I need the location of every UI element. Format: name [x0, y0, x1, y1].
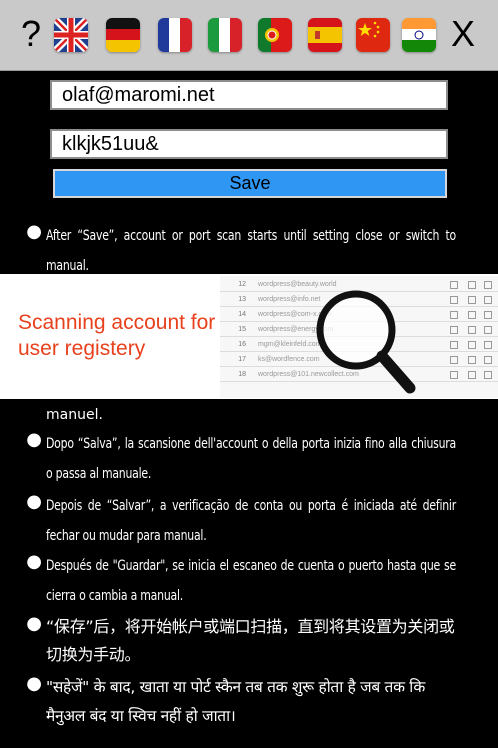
instruction-en-text: After “Save”, account or port scan start… — [46, 228, 456, 274]
magnifier-icon — [316, 290, 416, 394]
email-field[interactable] — [50, 80, 448, 110]
instruction-it-text: Dopo “Salva”, la scansione dell'account … — [46, 436, 456, 482]
save-button[interactable]: Save — [53, 169, 447, 198]
bullet-icon: ● — [26, 613, 42, 634]
language-toolbar: ? X — [0, 0, 498, 71]
china-flag-icon[interactable] — [356, 18, 390, 52]
germany-flag-icon[interactable] — [106, 18, 140, 52]
scanning-banner: Scanning account for user registery 12 wo… — [0, 274, 498, 399]
instruction-pt-text: Depois de “Salvar”, a verificação de con… — [46, 498, 456, 544]
france-flag-icon[interactable] — [158, 18, 192, 52]
instruction-hi: ● "सहेजें" के बाद, खाता या पोर्ट स्कैन त… — [26, 673, 456, 737]
instruction-zh: ● “保存”后，将开始帐户或端口扫描，直到将其设置为关闭或切换为手动。 — [26, 613, 456, 673]
close-button[interactable]: X — [444, 12, 482, 56]
instruction-zh-text: “保存”后，将开始帐户或端口扫描，直到将其设置为关闭或切换为手动。 — [46, 617, 455, 664]
help-button[interactable]: ? — [16, 12, 46, 56]
india-flag-icon[interactable] — [402, 18, 436, 52]
portugal-flag-icon[interactable] — [258, 18, 292, 52]
bullet-icon: ● — [26, 491, 42, 512]
instruction-fr-tail: manuel. — [46, 407, 103, 423]
banner-text: Scanning account for user registery — [18, 311, 216, 360]
italy-flag-icon[interactable] — [208, 18, 242, 52]
uk-flag-icon[interactable] — [54, 18, 88, 52]
instruction-pt: ● Depois de “Salvar”, a verificação de c… — [26, 491, 456, 551]
spain-flag-icon[interactable] — [308, 18, 342, 52]
instruction-en: ● After “Save”, account or port scan sta… — [26, 221, 456, 281]
bullet-icon: ● — [26, 551, 42, 572]
bullet-icon: ● — [26, 429, 42, 450]
instruction-it: ● Dopo “Salva”, la scansione dell'accoun… — [26, 429, 456, 489]
instruction-es: ● Después de "Guardar", se inicia el esc… — [26, 551, 456, 611]
bullet-icon: ● — [26, 221, 42, 242]
bullet-icon: ● — [26, 673, 42, 694]
instruction-hi-text: "सहेजें" के बाद, खाता या पोर्ट स्कैन तब … — [46, 678, 425, 725]
password-field[interactable] — [50, 129, 448, 159]
instruction-es-text: Después de "Guardar", se inicia el escan… — [46, 558, 456, 604]
